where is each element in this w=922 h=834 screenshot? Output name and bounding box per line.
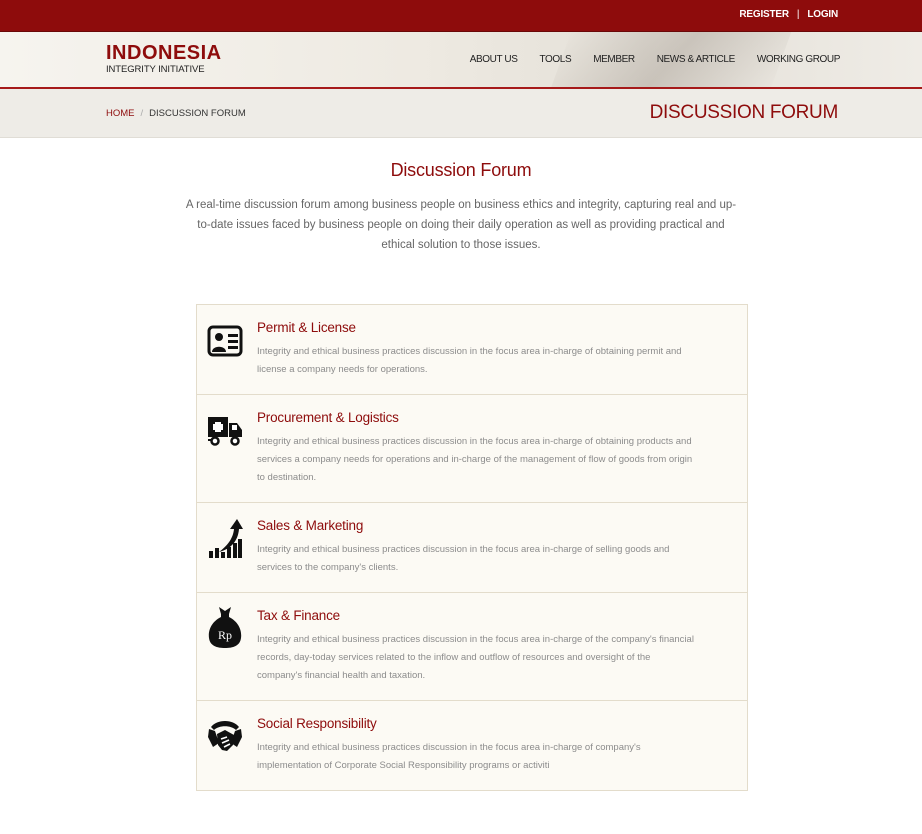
nav-news-article[interactable]: NEWS & ARTICLE: [657, 54, 736, 65]
section-intro: A real-time discussion forum among busin…: [185, 199, 737, 251]
forum-item-permit-license[interactable]: Permit & License Integrity and ethical b…: [197, 305, 747, 395]
forum-title[interactable]: Social Responsibility: [257, 716, 727, 731]
forum-title[interactable]: Tax & Finance: [257, 608, 727, 623]
logo-subtitle: INTEGRITY INITIATIVE: [106, 64, 205, 75]
section-title: Discussion Forum: [390, 160, 532, 180]
nav-working-group[interactable]: WORKING GROUP: [757, 54, 841, 65]
nav-about-us[interactable]: ABOUT US: [470, 54, 518, 65]
forum-title[interactable]: Sales & Marketing: [257, 518, 727, 533]
auth-links: REGISTER | LOGIN: [739, 9, 838, 20]
money-bag-icon: Rp: [208, 607, 242, 648]
register-link[interactable]: REGISTER: [739, 9, 789, 20]
login-link[interactable]: LOGIN: [807, 9, 838, 20]
breadcrumb-separator: /: [140, 108, 144, 119]
handshake-icon: [208, 721, 242, 751]
nav-tools[interactable]: TOOLS: [540, 54, 572, 65]
forum-list: Permit & License Integrity and ethical b…: [196, 304, 748, 791]
forum-description: Integrity and ethical business practices…: [257, 742, 641, 771]
growth-chart-icon: [209, 519, 243, 558]
breadcrumb: HOME / DISCUSSION FORUM: [106, 108, 246, 119]
forum-title[interactable]: Procurement & Logistics: [257, 410, 727, 425]
forum-item-social-responsibility[interactable]: Social Responsibility Integrity and ethi…: [197, 701, 747, 790]
breadcrumb-current: DISCUSSION FORUM: [149, 108, 246, 119]
delivery-truck-icon: [208, 417, 242, 446]
breadcrumb-home[interactable]: HOME: [106, 108, 135, 119]
auth-separator: |: [796, 9, 800, 20]
forum-item-sales-marketing[interactable]: Sales & Marketing Integrity and ethical …: [197, 503, 747, 593]
forum-description: Integrity and ethical business practices…: [257, 544, 670, 573]
top-bar: REGISTER | LOGIN: [0, 0, 922, 32]
nav-member[interactable]: MEMBER: [593, 54, 635, 65]
forum-item-procurement-logistics[interactable]: Procurement & Logistics Integrity and et…: [197, 395, 747, 503]
site-logo[interactable]: INDONESIA INTEGRITY INITIATIVE: [106, 42, 222, 76]
forum-description: Integrity and ethical business practices…: [257, 634, 694, 681]
logo-title: INDONESIA: [106, 42, 222, 64]
breadcrumb-bar: HOME / DISCUSSION FORUM DISCUSSION FORUM: [0, 89, 922, 138]
id-card-icon: [207, 325, 243, 357]
money-bag-icon-label: Rp: [218, 628, 232, 642]
page-heading: DISCUSSION FORUM: [649, 102, 839, 123]
forum-title[interactable]: Permit & License: [257, 320, 727, 335]
forum-description: Integrity and ethical business practices…: [257, 346, 682, 375]
site-header: INDONESIA INTEGRITY INITIATIVE ABOUT US …: [0, 32, 922, 89]
main-nav: ABOUT US TOOLS MEMBER NEWS & ARTICLE WOR…: [470, 54, 841, 65]
forum-item-tax-finance[interactable]: Rp Tax & Finance Integrity and ethical b…: [197, 593, 747, 701]
forum-description: Integrity and ethical business practices…: [257, 436, 693, 483]
